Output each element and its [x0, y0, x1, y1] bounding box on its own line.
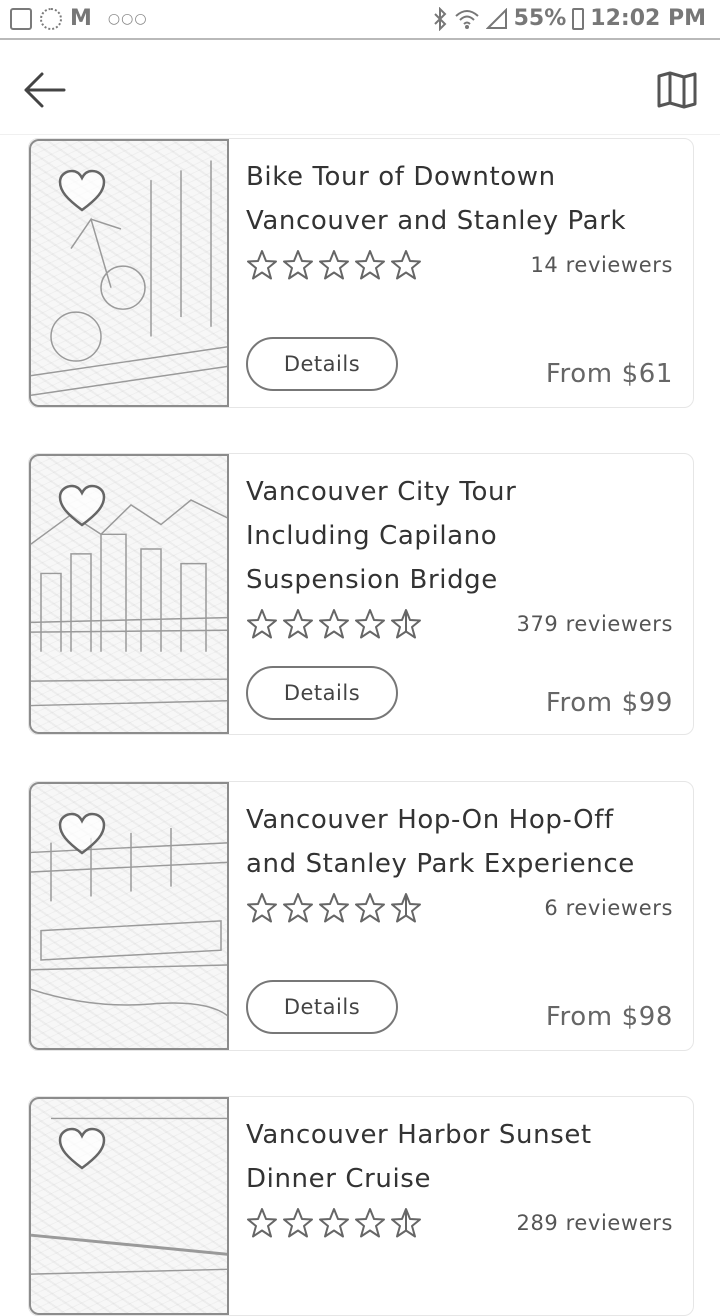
details-button[interactable]: Details — [246, 337, 398, 391]
star-icon — [319, 609, 349, 639]
star-icon — [283, 250, 313, 280]
tour-thumbnail[interactable] — [29, 139, 229, 407]
star-icon — [283, 609, 313, 639]
tour-title-line: Vancouver and Stanley Park — [246, 206, 627, 236]
battery-percent: 55% — [513, 6, 567, 31]
status-left-icons: M ○○○ — [10, 8, 148, 30]
star-half-icon — [391, 1208, 421, 1238]
star-icon — [247, 609, 277, 639]
reviewers-count: 14 reviewers — [530, 253, 673, 277]
rating-stars — [246, 1207, 422, 1239]
tour-title[interactable]: Vancouver Harbor Sunset Dinner Cruise — [246, 1113, 676, 1201]
heart-icon[interactable] — [57, 812, 107, 856]
app-bar — [0, 42, 720, 135]
tour-title[interactable]: Bike Tour of Downtown Vancouver and Stanl… — [246, 155, 676, 243]
star-icon — [319, 893, 349, 923]
rating-stars — [246, 608, 422, 640]
star-icon — [319, 1208, 349, 1238]
tour-title-line: Vancouver Hop-On Hop-Off — [246, 805, 614, 835]
more-dots-icon: ○○○ — [107, 11, 148, 27]
tour-title-line: Including Capilano — [246, 521, 498, 551]
map-icon[interactable] — [656, 70, 698, 110]
tour-title-line: and Stanley Park Experience — [246, 849, 635, 879]
tour-card[interactable]: Bike Tour of Downtown Vancouver and Stanl… — [28, 138, 694, 408]
fan-icon — [40, 8, 62, 30]
clock: 12:02 PM — [590, 6, 706, 31]
tour-title[interactable]: Vancouver City Tour Including Capilano Sus… — [246, 470, 676, 602]
battery-icon — [572, 7, 585, 30]
details-button[interactable]: Details — [246, 666, 398, 720]
tour-price: From $99 — [545, 688, 673, 718]
tour-title-line: Suspension Bridge — [246, 565, 498, 595]
tour-card[interactable]: Vancouver Harbor Sunset Dinner Cruise 289 … — [28, 1096, 694, 1316]
tour-price: From $61 — [545, 359, 673, 389]
star-icon — [355, 609, 385, 639]
star-icon — [355, 250, 385, 280]
tour-title-line: Bike Tour of Downtown — [246, 162, 556, 192]
reviewers-count: 379 reviewers — [516, 612, 673, 636]
tour-card[interactable]: Vancouver City Tour Including Capilano Sus… — [28, 453, 694, 735]
star-icon — [355, 893, 385, 923]
tour-card[interactable]: Vancouver Hop-On Hop-Off and Stanley Park… — [28, 781, 694, 1051]
bluetooth-icon — [433, 6, 447, 31]
rating-stars — [246, 892, 422, 924]
star-icon — [247, 250, 277, 280]
star-icon — [355, 1208, 385, 1238]
star-half-icon — [391, 609, 421, 639]
tour-price: From $98 — [545, 1002, 673, 1032]
status-bar: M ○○○ 55% 12:02 PM — [0, 0, 720, 40]
tour-title[interactable]: Vancouver Hop-On Hop-Off and Stanley Park… — [246, 798, 676, 886]
star-icon — [247, 893, 277, 923]
gmail-icon: M — [70, 6, 92, 31]
wifi-icon — [454, 9, 479, 29]
details-button[interactable]: Details — [246, 980, 398, 1034]
reviewers-count: 289 reviewers — [516, 1211, 673, 1235]
star-icon — [319, 250, 349, 280]
tour-thumbnail[interactable] — [29, 782, 229, 1050]
star-icon — [247, 1208, 277, 1238]
star-half-icon — [391, 893, 421, 923]
star-icon — [283, 893, 313, 923]
tour-title-line: Vancouver Harbor Sunset — [246, 1120, 592, 1150]
status-right: 55% 12:02 PM — [432, 6, 706, 31]
tour-title-line: Vancouver City Tour — [246, 477, 517, 507]
gallery-icon — [10, 8, 32, 30]
heart-icon[interactable] — [57, 1127, 107, 1171]
star-icon — [283, 1208, 313, 1238]
tour-title-line: Dinner Cruise — [246, 1164, 432, 1194]
signal-icon — [485, 7, 507, 29]
arrow-left-icon[interactable] — [22, 70, 66, 110]
rating-stars — [246, 249, 422, 281]
heart-icon[interactable] — [57, 169, 107, 213]
star-icon — [391, 250, 421, 280]
reviewers-count: 6 reviewers — [544, 896, 673, 920]
tour-thumbnail[interactable] — [29, 1097, 229, 1315]
tour-thumbnail[interactable] — [29, 454, 229, 734]
heart-icon[interactable] — [57, 484, 107, 528]
